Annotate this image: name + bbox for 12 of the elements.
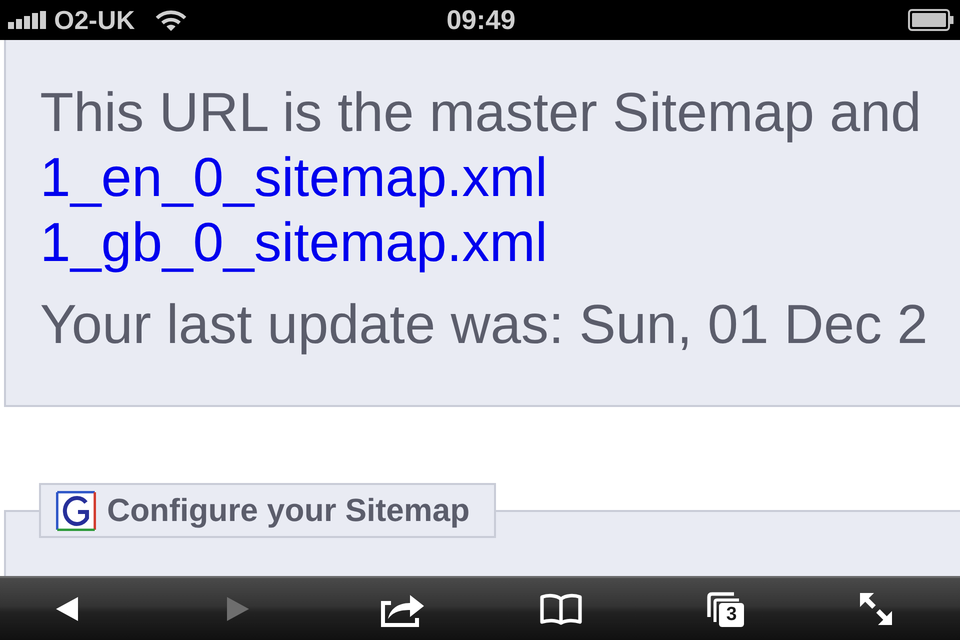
- section-title: Configure your Sitemap: [107, 492, 470, 529]
- carrier-name: O2-UK: [54, 5, 135, 35]
- battery-icon: [908, 9, 954, 31]
- sitemap-link[interactable]: 1_gb_0_sitemap.xml: [40, 210, 548, 275]
- tab-count-badge: 3: [719, 603, 744, 627]
- wifi-icon: [154, 8, 187, 32]
- last-update-text: Your last update was: Sun, 01 Dec 2: [40, 292, 928, 357]
- clock-time: 09:49: [446, 5, 516, 35]
- logo-icon: [56, 490, 96, 530]
- sitemap-link[interactable]: 1_en_0_sitemap.xml: [40, 145, 548, 210]
- signal-icon: [8, 11, 48, 29]
- description-text: This URL is the master Sitemap and: [40, 80, 922, 145]
